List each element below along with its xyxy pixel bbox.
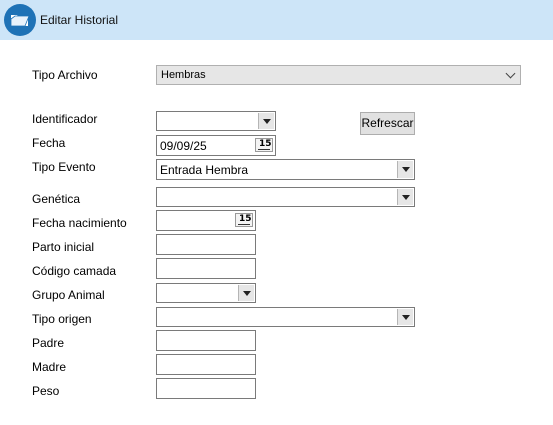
identificador-label: Identificador — [32, 112, 98, 126]
fecha-value: 09/09/25 — [160, 139, 207, 153]
grupo-animal-label: Grupo Animal — [32, 288, 105, 302]
identificador-combo[interactable] — [156, 111, 276, 131]
chevron-down-icon — [505, 68, 516, 79]
calendar-icon[interactable]: 15 — [255, 138, 273, 152]
tipo-origen-combo[interactable] — [156, 307, 415, 327]
folder-open-icon — [4, 4, 36, 36]
parto-inicial-input[interactable] — [156, 234, 256, 255]
dropdown-arrow-icon[interactable] — [397, 309, 413, 325]
tipo-evento-label: Tipo Evento — [32, 160, 96, 174]
refrescar-button[interactable]: Refrescar — [360, 112, 415, 135]
madre-input[interactable] — [156, 354, 256, 375]
title-bar: Editar Historial — [0, 0, 553, 40]
genetica-label: Genética — [32, 192, 81, 206]
tipo-origen-label: Tipo origen — [32, 312, 92, 326]
dropdown-arrow-icon[interactable] — [258, 113, 274, 129]
fecha-nacimiento-label: Fecha nacimiento — [32, 216, 127, 230]
window-title: Editar Historial — [40, 13, 119, 27]
codigo-camada-label: Código camada — [32, 264, 117, 278]
calendar-icon[interactable]: 15 — [235, 213, 253, 227]
madre-label: Madre — [32, 360, 67, 374]
dropdown-arrow-icon[interactable] — [397, 161, 413, 178]
tipo-archivo-select[interactable]: Hembras — [156, 65, 521, 85]
fecha-label: Fecha — [32, 136, 66, 150]
tipo-evento-combo[interactable]: Entrada Hembra — [156, 159, 415, 180]
tipo-evento-value: Entrada Hembra — [160, 163, 249, 177]
padre-input[interactable] — [156, 330, 256, 351]
dropdown-arrow-icon[interactable] — [397, 189, 413, 205]
padre-label: Padre — [32, 336, 65, 350]
peso-input[interactable] — [156, 378, 256, 399]
grupo-animal-combo[interactable] — [156, 283, 256, 303]
tipo-archivo-value: Hembras — [161, 69, 206, 81]
fecha-nacimiento-date-picker[interactable]: 15 — [156, 210, 256, 231]
tipo-archivo-label: Tipo Archivo — [32, 68, 98, 82]
dropdown-arrow-icon[interactable] — [238, 285, 254, 301]
codigo-camada-input[interactable] — [156, 258, 256, 279]
peso-label: Peso — [32, 384, 60, 398]
fecha-date-picker[interactable]: 09/09/25 15 — [156, 135, 276, 156]
genetica-combo[interactable] — [156, 187, 415, 207]
parto-inicial-label: Parto inicial — [32, 240, 95, 254]
